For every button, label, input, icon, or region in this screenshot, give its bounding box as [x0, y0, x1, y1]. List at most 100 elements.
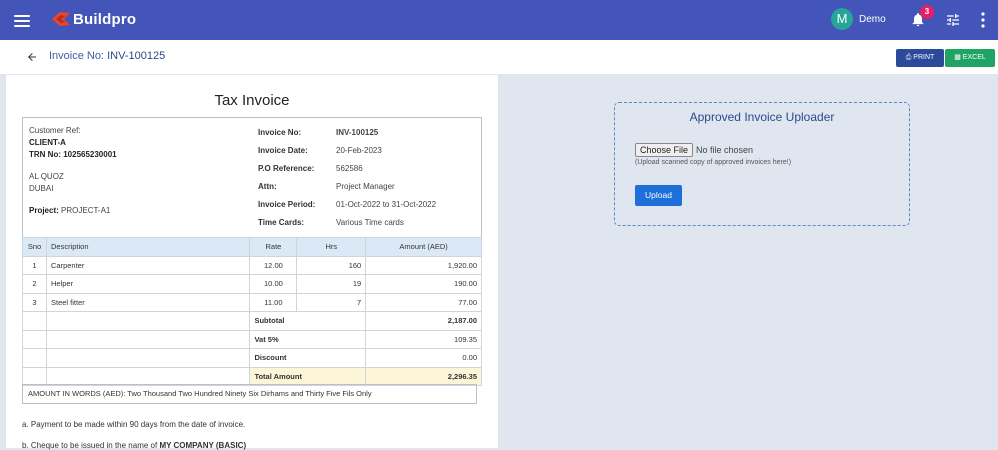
meta-value: 01-Oct-2022 to 31-Oct-2022: [336, 200, 437, 209]
table-row: 2 Helper 10.00 19 190.00: [22, 274, 482, 294]
cell-rate: 11.00: [249, 292, 298, 312]
cell-amount: 77.00: [365, 292, 482, 312]
vat-row: Vat 5% 109.35: [22, 329, 482, 349]
cell-hrs: 7: [296, 292, 367, 312]
col-sno: Sno: [22, 237, 47, 257]
meta-value: 562586: [336, 164, 363, 173]
cell-amount: 1,920.00: [365, 255, 482, 275]
cheque-company: MY COMPANY (BASIC): [159, 441, 247, 450]
excel-button[interactable]: ▦ EXCEL: [945, 49, 995, 67]
invoice-items-table: Sno Description Rate Hrs Amount (AED) 1 …: [22, 237, 482, 386]
print-button[interactable]: ⎙ PRINT: [896, 49, 944, 67]
subtotal-label: Subtotal: [249, 311, 367, 331]
cell-description: Steel fitter: [45, 292, 251, 312]
cell-description: Carpenter: [45, 255, 251, 275]
cell-hrs: 160: [296, 255, 367, 275]
print-label: PRINT: [913, 54, 935, 61]
col-amount: Amount (AED): [365, 237, 482, 257]
meta-label: Invoice Date:: [258, 146, 308, 155]
customer-trn: TRN No: 102565230001: [29, 150, 117, 159]
file-status: No file chosen: [696, 145, 754, 155]
total-row: Total Amount 2,296.35: [22, 366, 482, 386]
total-label: Total Amount: [249, 366, 367, 386]
upload-button[interactable]: Upload: [635, 185, 682, 206]
meta-label: P.O Reference:: [258, 164, 315, 173]
file-input[interactable]: Choose File No file chosen: [635, 143, 753, 157]
meta-row: Time Cards: Various Time cards: [258, 218, 436, 236]
page-title-value: INV-100125: [107, 50, 166, 62]
buildpro-logo[interactable]: [50, 10, 70, 28]
customer-project: Project: PROJECT-A1: [29, 205, 117, 217]
cell-hrs: 19: [296, 274, 367, 294]
cell-description: Helper: [45, 274, 251, 294]
subtotal-row: Subtotal 2,187.00: [22, 311, 482, 331]
payment-note: a. Payment to be made within 90 days fro…: [22, 420, 246, 429]
top-app-bar: Buildpro M Demo 3: [0, 0, 998, 40]
meta-label: Time Cards:: [258, 218, 305, 227]
cheque-note: b. Cheque to be issued in the name of MY…: [22, 441, 246, 450]
meta-row: Invoice No: INV-100125: [258, 128, 436, 146]
cheque-note-text: b. Cheque to be issued in the name of: [22, 441, 158, 450]
meta-label: Invoice Period:: [258, 200, 316, 209]
print-icon: ⎙: [905, 54, 912, 61]
cell-sno: 2: [22, 274, 47, 294]
meta-value: 20-Feb-2023: [336, 146, 382, 155]
meta-value: INV-100125: [336, 128, 379, 137]
uploader-title: Approved Invoice Uploader: [689, 110, 835, 124]
back-arrow-icon[interactable]: [26, 51, 38, 63]
uploader-hint: (Upload scanned copy of approved invoice…: [635, 159, 792, 166]
meta-label: Invoice No:: [258, 128, 302, 137]
subtotal-value: 2,187.00: [365, 311, 482, 331]
excel-label: EXCEL: [962, 54, 986, 61]
project-value: PROJECT-A1: [61, 206, 111, 215]
customer-name: CLIENT-A: [29, 138, 66, 147]
cell-sno: 3: [22, 292, 47, 312]
meta-value: Various Time cards: [336, 218, 404, 227]
discount-row: Discount 0.00: [22, 348, 482, 368]
notification-badge: 3: [920, 5, 934, 19]
meta-row: Invoice Date: 20-Feb-2023: [258, 146, 436, 164]
customer-address-2: DUBAI: [29, 184, 54, 193]
discount-label: Discount: [249, 348, 367, 368]
invoice-info-box: Customer Ref: CLIENT-A TRN No: 102565230…: [22, 117, 482, 239]
table-header-row: Sno Description Rate Hrs Amount (AED): [22, 237, 482, 257]
invoice-title: Tax Invoice: [214, 92, 290, 109]
meta-row: Invoice Period: 01-Oct-2022 to 31-Oct-202…: [258, 200, 436, 218]
cell-rate: 12.00: [249, 255, 298, 275]
amount-in-words: AMOUNT IN WORDS (AED): Two Thousand Two …: [22, 384, 477, 404]
total-value: 2,296.35: [365, 366, 482, 386]
customer-address-1: AL QUOZ: [29, 172, 64, 181]
meta-value: Project Manager: [336, 182, 395, 191]
col-hrs: Hrs: [296, 237, 367, 257]
tune-icon[interactable]: [945, 12, 961, 28]
cell-rate: 10.00: [249, 274, 298, 294]
invoice-document: Tax Invoice Customer Ref: CLIENT-A TRN N…: [6, 75, 498, 450]
cell-sno: 1: [22, 255, 47, 275]
invoice-uploader: Approved Invoice Uploader Choose File No …: [614, 102, 910, 226]
page-title: Invoice No: INV-100125: [49, 50, 165, 62]
customer-ref-label: Customer Ref:: [29, 126, 81, 135]
user-name[interactable]: Demo: [859, 14, 886, 25]
vat-value: 109.35: [365, 329, 482, 349]
discount-value: 0.00: [365, 348, 482, 368]
col-description: Description: [45, 237, 251, 257]
avatar[interactable]: M: [831, 8, 853, 30]
meta-label: Attn:: [258, 182, 277, 191]
page-header: Invoice No: INV-100125 ⎙ PRINT ▦ EXCEL: [0, 40, 998, 75]
vat-label: Vat 5%: [249, 329, 367, 349]
excel-icon: ▦: [954, 54, 961, 61]
cell-amount: 190.00: [365, 274, 482, 294]
more-vert-icon[interactable]: [980, 12, 986, 28]
app-name: Buildpro: [73, 11, 137, 28]
meta-row: Attn: Project Manager: [258, 182, 436, 200]
table-row: 3 Steel fitter 11.00 7 77.00: [22, 292, 482, 312]
invoice-meta: Invoice No: INV-100125 Invoice Date: 20-Fe…: [258, 128, 436, 236]
project-label: Project:: [29, 206, 59, 215]
choose-file-button[interactable]: Choose File: [635, 143, 694, 157]
table-row: 1 Carpenter 12.00 160 1,920.00: [22, 255, 482, 275]
col-rate: Rate: [249, 237, 298, 257]
meta-row: P.O Reference: 562586: [258, 164, 436, 182]
customer-block: Customer Ref: CLIENT-A TRN No: 102565230…: [29, 125, 117, 217]
menu-icon[interactable]: [14, 12, 30, 28]
page-title-label: Invoice No:: [49, 50, 105, 62]
